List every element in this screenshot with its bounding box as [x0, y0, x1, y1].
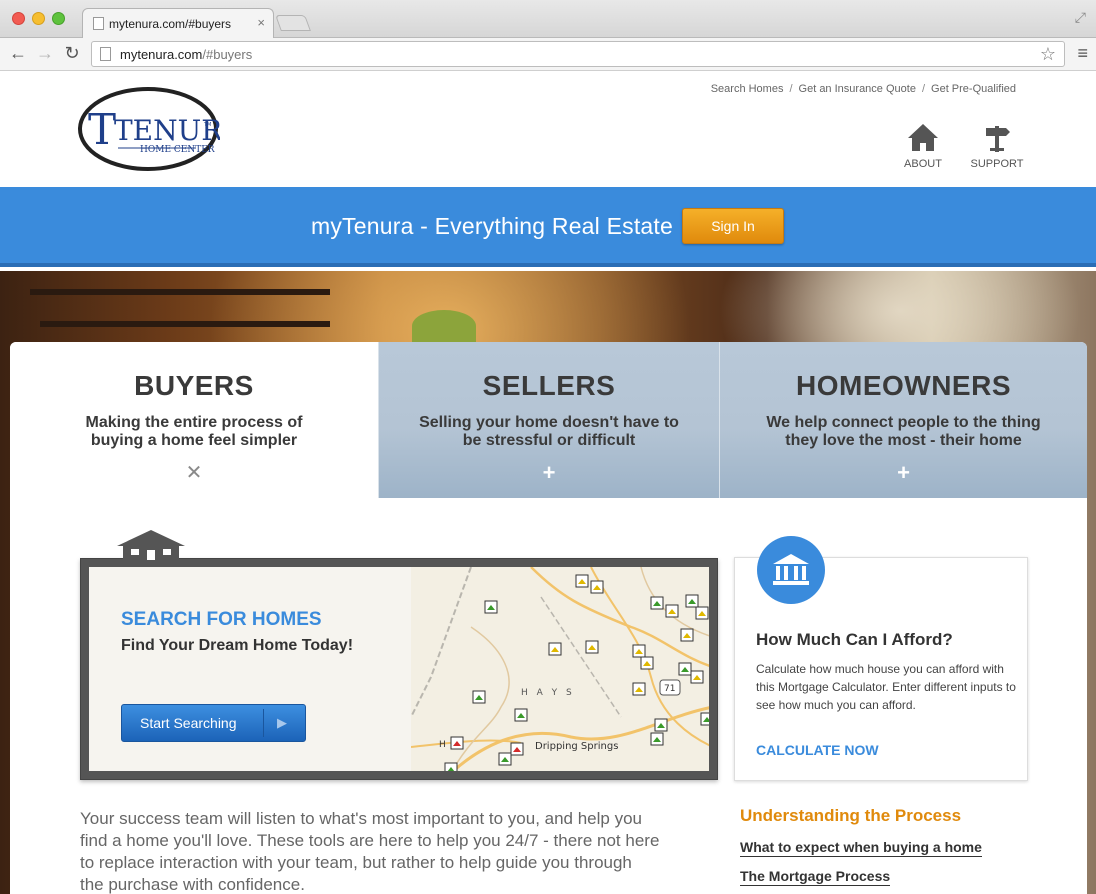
logo-tm: TM [203, 122, 211, 128]
bank-icon [757, 536, 825, 604]
logo-letter-t: T [88, 105, 116, 154]
plus-icon[interactable]: + [720, 460, 1087, 486]
utility-links: Search Homes / Get an Insurance Quote / Get … [711, 83, 1016, 95]
search-homes-subtitle: Find Your Dream Home Today! [121, 637, 354, 654]
tab-buyers[interactable]: BUYERS Making the entire process of buyi… [10, 342, 378, 498]
tab-homeowners-desc: We help connect people to the thing they… [766, 414, 1041, 449]
house-icon [908, 124, 938, 151]
tab-buyers-title: BUYERS [134, 370, 254, 401]
shelf-decoration [40, 321, 330, 327]
browser-titlebar: mytenura.com/#buyers × ⤢ [0, 0, 1096, 39]
logo-subtitle: HOME CENTER [140, 145, 215, 155]
plus-icon[interactable]: + [379, 460, 719, 486]
tab-homeowners-title: HOMEOWNERS [796, 370, 1011, 401]
insurance-quote-link[interactable]: Get an Insurance Quote [799, 83, 916, 95]
url-text[interactable]: mytenura.com/#buyers [120, 47, 252, 62]
tab-sellers[interactable]: SELLERS Selling your home doesn't have t… [378, 342, 719, 498]
bookmark-star-icon[interactable]: ☆ [1040, 44, 1056, 65]
tenura-logo[interactable]: T TENURA TM HOME CENTER [78, 84, 243, 174]
tab-sellers-title: SELLERS [482, 370, 616, 401]
start-searching-label: Start Searching [140, 715, 237, 731]
page-icon [93, 17, 104, 30]
afford-title: How Much Can I Afford? [756, 630, 953, 649]
afford-description: Calculate how much house you can afford … [756, 662, 1016, 712]
address-bar[interactable]: mytenura.com/#buyers ☆ [91, 41, 1065, 67]
window-close-button[interactable] [12, 12, 25, 25]
link-separator: / [789, 83, 793, 95]
logo-wordmark: TENURA [114, 114, 220, 147]
window-minimize-button[interactable] [32, 12, 45, 25]
search-homes-panel: SEARCH FOR HOMES Find Your Dream Home To… [89, 567, 709, 771]
intro-paragraph: Your success team will listen to what's … [80, 809, 660, 894]
map-town-label: H [439, 740, 446, 750]
map-county-label: H A Y S [521, 688, 575, 698]
banner-bar: myTenura - Everything Real Estate Sign I… [0, 187, 1096, 267]
forward-arrow-icon[interactable]: → [35, 43, 55, 64]
content-card: BUYERS Making the entire process of buyi… [10, 342, 1087, 894]
sign-in-button[interactable]: Sign In [682, 208, 784, 244]
tab-homeowners[interactable]: HOMEOWNERS We help connect people to the… [719, 342, 1087, 498]
about-nav-link[interactable]: ABOUT [900, 122, 946, 170]
afford-calculator-card: How Much Can I Afford? Calculate how muc… [734, 536, 1028, 781]
tab-title: mytenura.com/#buyers [109, 17, 232, 31]
play-arrow-icon: ▶ [277, 715, 287, 730]
button-divider [263, 709, 264, 737]
support-label: SUPPORT [970, 158, 1024, 170]
start-searching-button[interactable]: Start Searching ▶ [121, 704, 306, 742]
search-homes-module: SEARCH FOR HOMES Find Your Dream Home To… [80, 558, 718, 780]
browser-toolbar: ← → ↻ mytenura.com/#buyers ☆ ≡ [0, 38, 1096, 71]
window-zoom-button[interactable] [52, 12, 65, 25]
site-header: T TENURA TM HOME CENTER Search Homes / Get… [0, 72, 1096, 187]
shelf-decoration [30, 289, 330, 295]
buying-expectations-link[interactable]: What to expect when buying a home [740, 839, 982, 857]
browser-menu-icon[interactable]: ≡ [1077, 43, 1088, 64]
house-illustration-icon [113, 528, 193, 565]
link-separator: / [921, 83, 926, 95]
mortgage-process-link[interactable]: The Mortgage Process [740, 868, 891, 886]
tab-close-icon[interactable]: × [257, 15, 265, 30]
plant-decoration [412, 310, 476, 342]
back-arrow-icon[interactable]: ← [8, 43, 28, 64]
process-heading: Understanding the Process [740, 806, 962, 825]
about-label: ABOUT [904, 158, 942, 170]
page-icon [100, 47, 111, 61]
support-nav-link[interactable]: SUPPORT [970, 122, 1024, 170]
search-homes-link[interactable]: Search Homes [711, 83, 784, 95]
pre-qualified-link[interactable]: Get Pre-Qualified [931, 83, 1016, 95]
banner-title: myTenura - Everything Real Estate [311, 213, 673, 239]
tab-buyers-desc: Making the entire process of buying a ho… [85, 414, 303, 449]
close-icon[interactable]: ✕ [10, 460, 378, 486]
fullscreen-icon[interactable]: ⤢ [1075, 9, 1086, 26]
browser-tab[interactable]: mytenura.com/#buyers × [82, 8, 274, 39]
map-highway-label: 71 [664, 684, 675, 694]
calculate-now-link[interactable]: CALCULATE NOW [756, 742, 879, 758]
signpost-icon [986, 126, 1010, 152]
new-tab-button[interactable] [275, 15, 311, 31]
reload-icon[interactable]: ↻ [62, 43, 82, 64]
tab-sellers-desc: Selling your home doesn't have to be str… [419, 414, 679, 449]
map-town-label: Dripping Springs [535, 741, 618, 752]
homes-map[interactable]: H A Y S Dripping Springs H 71 [411, 567, 709, 771]
search-homes-title: SEARCH FOR HOMES [121, 609, 322, 630]
